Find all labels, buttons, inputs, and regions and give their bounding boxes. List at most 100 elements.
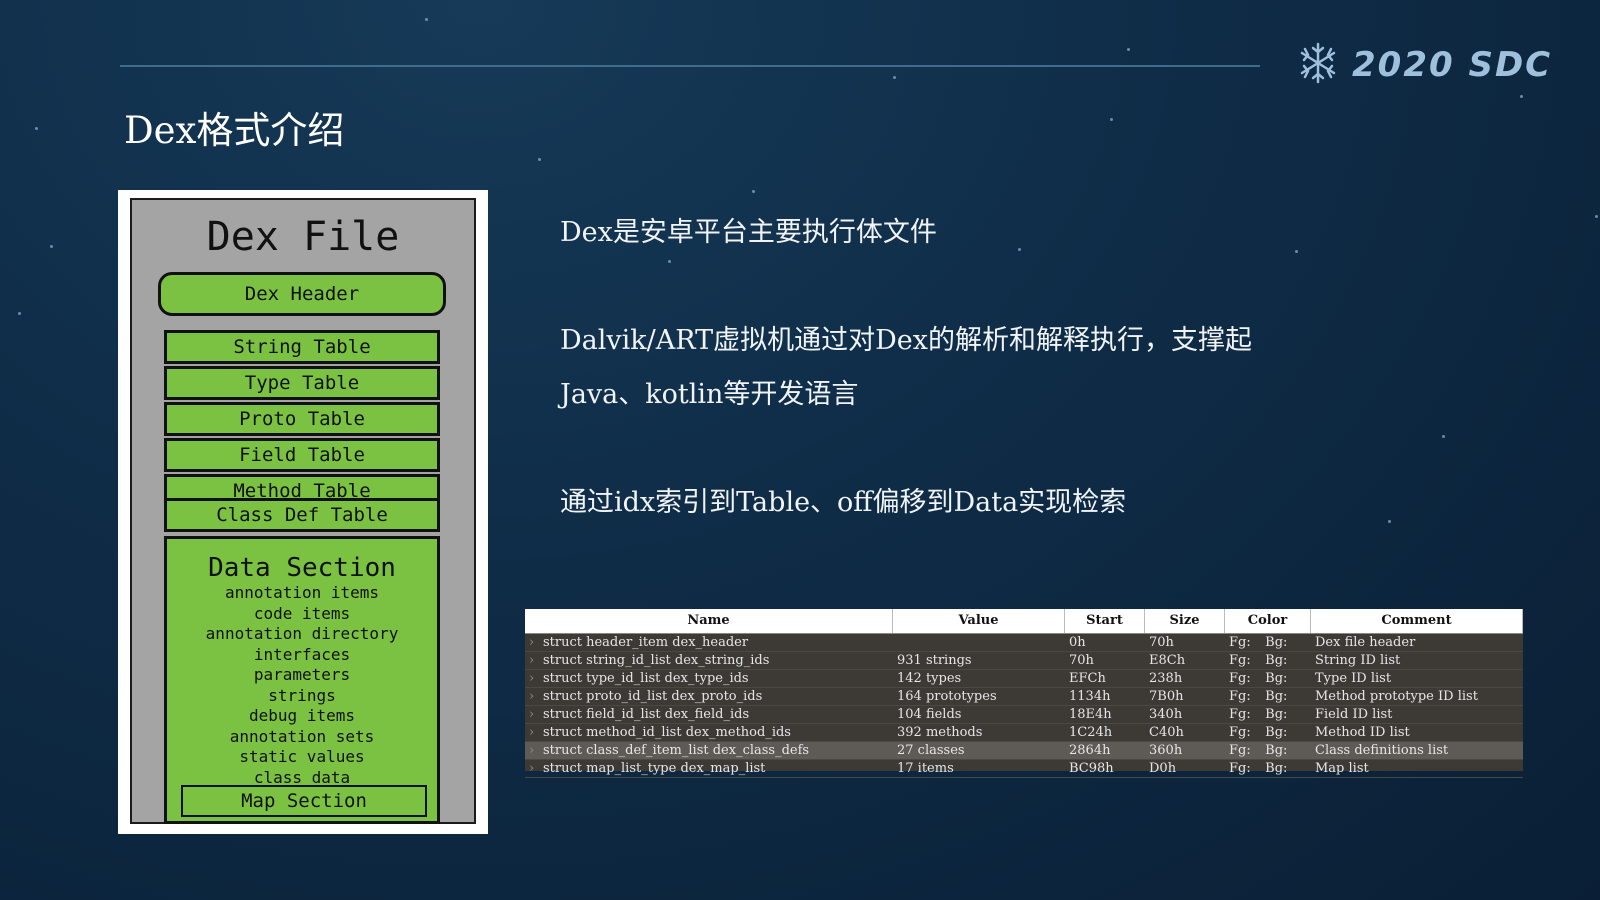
data-item: debug items	[249, 706, 355, 725]
row-bg: Bg:	[1265, 635, 1288, 650]
row-fg: Fg:	[1229, 707, 1251, 722]
table-row-selected[interactable]: › struct class_def_item_list dex_class_de…	[525, 742, 1523, 760]
snowflake-icon	[1298, 41, 1338, 89]
row-value: 27 classes	[897, 743, 965, 758]
dex-structure-table: Name Value Start Size Color Comment › str…	[525, 609, 1523, 778]
row-size: D0h	[1149, 761, 1177, 776]
header-divider	[120, 65, 1260, 67]
row-value: 931 strings	[897, 653, 972, 668]
column-size[interactable]: Size	[1145, 609, 1225, 633]
row-start: 70h	[1069, 653, 1094, 668]
row-size: 360h	[1149, 743, 1183, 758]
row-comment: Map list	[1315, 761, 1369, 776]
sdc-logo: 2020 SDC	[1298, 40, 1552, 90]
bullet-line-1: Dex是安卓平台主要执行体文件	[560, 217, 937, 248]
row-name: struct header_item dex_header	[543, 635, 749, 650]
row-start: BC98h	[1069, 761, 1114, 776]
table-row[interactable]: › struct type_id_list dex_type_ids 142 ty…	[525, 670, 1523, 688]
column-start[interactable]: Start	[1065, 609, 1145, 633]
field-table-box: Field Table	[164, 438, 440, 472]
row-fg: Fg:	[1229, 725, 1251, 740]
row-name: struct proto_id_list dex_proto_ids	[543, 689, 763, 704]
dex-header-box: Dex Header	[158, 272, 446, 316]
expand-arrow-icon[interactable]: ›	[529, 652, 543, 669]
row-bg: Bg:	[1265, 653, 1288, 668]
row-name: struct class_def_item_list dex_class_def…	[543, 743, 810, 758]
expand-arrow-icon[interactable]: ›	[529, 634, 543, 651]
column-name[interactable]: Name	[525, 609, 893, 633]
data-item: static values	[239, 747, 365, 766]
row-size: 7B0h	[1149, 689, 1184, 704]
row-comment: Type ID list	[1315, 671, 1392, 686]
row-comment: Field ID list	[1315, 707, 1393, 722]
row-comment: Dex file header	[1315, 635, 1416, 650]
row-comment: Class definitions list	[1315, 743, 1449, 758]
row-bg: Bg:	[1265, 707, 1288, 722]
expand-arrow-icon[interactable]: ›	[529, 724, 543, 741]
page-title: Dex格式介绍	[124, 109, 345, 152]
row-name: struct string_id_list dex_string_ids	[543, 653, 770, 668]
data-item: annotation sets	[229, 726, 375, 746]
data-item: parameters	[253, 665, 351, 684]
expand-arrow-icon[interactable]: ›	[529, 760, 543, 777]
table-row[interactable]: › struct proto_id_list dex_proto_ids 164 …	[525, 688, 1523, 706]
data-item: annotation directory	[205, 624, 399, 643]
row-start: 2864h	[1069, 743, 1111, 758]
row-bg: Bg:	[1265, 743, 1288, 758]
expand-arrow-icon[interactable]: ›	[529, 688, 543, 705]
row-value: 104 fields	[897, 707, 962, 722]
expand-arrow-icon[interactable]: ›	[529, 742, 543, 759]
row-bg: Bg:	[1265, 689, 1288, 704]
expand-arrow-icon[interactable]: ›	[529, 670, 543, 687]
row-value: 164 prototypes	[897, 689, 997, 704]
bullet-line-4: 通过idx索引到Table、off偏移到Data实现检索	[560, 487, 1127, 518]
row-value	[893, 634, 1065, 651]
type-table-box: Type Table	[164, 366, 440, 400]
row-name: struct map_list_type dex_map_list	[543, 761, 766, 776]
row-name: struct method_id_list dex_method_ids	[543, 725, 791, 740]
table-row[interactable]: › struct header_item dex_header 0h 70h Fg…	[525, 634, 1523, 652]
row-fg: Fg:	[1229, 671, 1251, 686]
logo-text: 2020 SDC	[1352, 45, 1553, 85]
table-row[interactable]: › struct map_list_type dex_map_list 17 it…	[525, 760, 1523, 778]
diagram-title: Dex File	[206, 214, 400, 260]
expand-arrow-icon[interactable]: ›	[529, 706, 543, 723]
row-name: struct field_id_list dex_field_ids	[543, 707, 750, 722]
row-comment: Method prototype ID list	[1315, 689, 1478, 704]
row-value: 392 methods	[897, 725, 983, 740]
row-comment: Method ID list	[1315, 725, 1410, 740]
row-start: 1C24h	[1069, 725, 1113, 740]
row-fg: Fg:	[1229, 653, 1251, 668]
data-item: interfaces	[253, 644, 351, 664]
data-item: code items	[253, 603, 351, 623]
bullet-line-2: Dalvik/ART虚拟机通过对Dex的解析和解释执行，支撑起	[560, 325, 1252, 356]
proto-table-box: Proto Table	[164, 402, 440, 436]
row-start: 0h	[1069, 635, 1086, 650]
row-size: 70h	[1149, 635, 1174, 650]
column-color[interactable]: Color	[1225, 609, 1311, 633]
row-value: 17 items	[897, 761, 954, 776]
row-comment: String ID list	[1315, 653, 1401, 668]
table-row[interactable]: › struct field_id_list dex_field_ids 104 …	[525, 706, 1523, 724]
row-size: 340h	[1149, 707, 1183, 722]
row-size: 238h	[1149, 671, 1183, 686]
data-section-box: Data Section annotation items code items…	[164, 536, 440, 824]
row-size: E8Ch	[1149, 653, 1186, 668]
row-fg: Fg:	[1229, 689, 1251, 704]
table-row[interactable]: › struct method_id_list dex_method_ids 39…	[525, 724, 1523, 742]
row-bg: Bg:	[1265, 761, 1288, 776]
table-row[interactable]: › struct string_id_list dex_string_ids 93…	[525, 652, 1523, 670]
row-fg: Fg:	[1229, 635, 1251, 650]
data-section-title: Data Section	[208, 553, 396, 583]
row-start: EFCh	[1069, 671, 1106, 686]
dex-file-container: Dex File Dex Header String Table Type Ta…	[130, 198, 476, 824]
column-value[interactable]: Value	[893, 609, 1065, 633]
row-start: 1134h	[1069, 689, 1111, 704]
column-comment[interactable]: Comment	[1311, 609, 1523, 633]
row-bg: Bg:	[1265, 671, 1288, 686]
data-item: strings	[268, 685, 336, 705]
class-def-table-box: Class Def Table	[164, 498, 440, 532]
row-fg: Fg:	[1229, 743, 1251, 758]
row-name: struct type_id_list dex_type_ids	[543, 671, 749, 686]
string-table-box: String Table	[164, 330, 440, 364]
